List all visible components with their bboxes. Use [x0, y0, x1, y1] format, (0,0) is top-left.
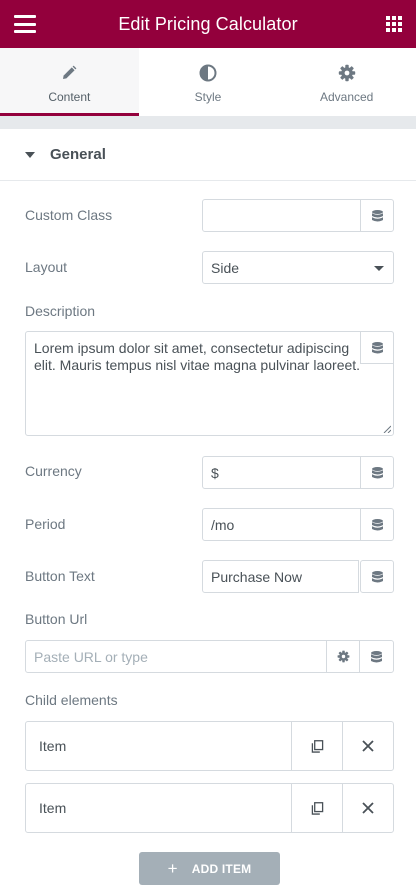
close-icon — [362, 740, 374, 752]
description-dynamic-button[interactable] — [360, 331, 394, 364]
database-icon — [371, 570, 383, 582]
database-icon — [371, 209, 383, 221]
tab-content-label: Content — [48, 90, 91, 104]
section-title: General — [50, 146, 106, 163]
layout-select[interactable]: Side — [202, 251, 394, 284]
gear-icon — [337, 650, 349, 663]
button-url-dynamic-button[interactable] — [359, 640, 394, 673]
currency-label: Currency — [25, 463, 82, 479]
period-label: Period — [25, 516, 66, 532]
widgets-grid-icon[interactable] — [386, 16, 402, 32]
period-dynamic-button[interactable] — [360, 508, 394, 541]
add-item-button[interactable]: + ADD ITEM — [139, 852, 280, 885]
period-input[interactable]: /mo — [202, 508, 361, 541]
duplicate-item-button[interactable] — [291, 784, 342, 832]
copy-icon — [311, 801, 323, 815]
layout-label: Layout — [25, 259, 68, 275]
tab-advanced[interactable]: Advanced — [277, 48, 416, 116]
section-divider — [0, 116, 416, 129]
panel-title: Edit Pricing Calculator — [118, 13, 298, 34]
database-icon — [371, 518, 383, 530]
description-line-2: elit. Mauris tempus nisl vitae magna pul… — [34, 357, 361, 373]
button-text-label: Button Text — [25, 568, 95, 584]
button-text-input[interactable]: Purchase Now — [202, 560, 359, 593]
button-url-input[interactable]: Paste URL or type — [25, 640, 327, 673]
custom-class-label: Custom Class — [25, 207, 113, 223]
remove-item-button[interactable] — [342, 784, 393, 832]
button-text-dynamic-button[interactable] — [360, 560, 394, 593]
gear-icon — [338, 64, 355, 82]
child-elements-label: Child elements — [25, 692, 118, 708]
custom-class-dynamic-button[interactable] — [360, 199, 394, 232]
item-title[interactable]: Item — [26, 800, 291, 816]
tab-content[interactable]: Content — [0, 48, 139, 116]
list-item: Item — [25, 783, 394, 833]
database-icon — [371, 341, 383, 353]
currency-dynamic-button[interactable] — [360, 456, 394, 489]
tab-style[interactable]: Style — [139, 48, 278, 116]
currency-input[interactable]: $ — [202, 456, 361, 489]
url-options-button[interactable] — [326, 640, 360, 673]
pencil-icon — [63, 65, 77, 79]
list-item: Item — [25, 721, 394, 771]
item-title[interactable]: Item — [26, 738, 291, 754]
plus-icon: + — [167, 859, 178, 878]
half-circle-icon — [199, 64, 217, 82]
tab-advanced-label: Advanced — [319, 90, 374, 104]
description-line-1: Lorem ipsum dolor sit amet, consectetur … — [34, 340, 350, 356]
add-item-label: ADD ITEM — [191, 861, 252, 876]
button-url-label: Button Url — [25, 611, 88, 627]
close-icon — [362, 802, 374, 814]
resize-grip-icon[interactable] — [383, 425, 391, 433]
remove-item-button[interactable] — [342, 722, 393, 770]
copy-icon — [311, 739, 323, 753]
layout-select-value: Side — [211, 259, 240, 276]
description-label: Description — [25, 303, 96, 319]
duplicate-item-button[interactable] — [291, 722, 342, 770]
section-toggle-general[interactable]: General — [0, 129, 416, 181]
hamburger-menu-icon[interactable] — [14, 15, 36, 33]
panel-header: Edit Pricing Calculator — [0, 0, 416, 48]
tab-style-label: Style — [194, 90, 222, 104]
custom-class-input[interactable] — [202, 199, 361, 232]
database-icon — [371, 650, 382, 662]
caret-down-icon — [25, 151, 35, 158]
database-icon — [371, 466, 383, 478]
chevron-down-icon — [374, 266, 384, 271]
description-textarea[interactable]: Lorem ipsum dolor sit amet, consectetur … — [25, 331, 394, 436]
panel-tabs: Content Style Advanced — [0, 48, 416, 116]
